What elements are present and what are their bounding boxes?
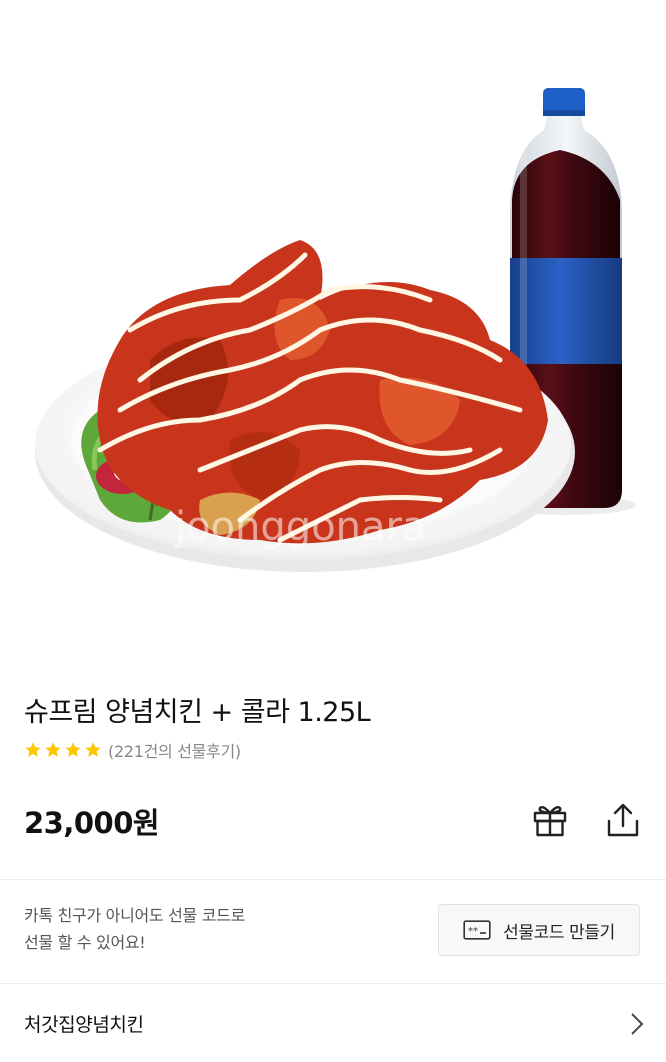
create-gift-code-label: 선물코드 만들기	[503, 922, 615, 943]
star-icon	[65, 742, 81, 757]
star-rating	[24, 741, 102, 759]
create-gift-code-button[interactable]: ** 선물코드 만들기	[438, 904, 640, 956]
gift-code-line-2: 선물 할 수 있어요!	[24, 933, 146, 952]
star-icon	[25, 742, 41, 757]
product-title: 슈프림 양념치킨 + 콜라 1.25L	[24, 697, 371, 728]
svg-text:**: **	[468, 926, 478, 937]
chevron-right-icon	[631, 1013, 644, 1035]
store-name: 처갓집양념치킨	[24, 1014, 144, 1036]
star-icon	[45, 742, 61, 757]
gift-code-section: 카톡 친구가 아니어도 선물 코드로 선물 할 수 있어요! ** 선물코드 만…	[0, 880, 666, 982]
gift-icon	[533, 805, 567, 837]
share-button[interactable]	[601, 798, 645, 842]
product-price: 23,000원	[24, 806, 160, 840]
review-count-link[interactable]: (221건의 선물후기)	[108, 738, 241, 762]
product-image: joonggonara	[0, 0, 666, 650]
code-card-icon: **	[463, 920, 491, 940]
gift-button[interactable]	[528, 798, 572, 842]
rating-row[interactable]: (221건의 선물후기)	[24, 738, 241, 762]
share-icon	[607, 803, 639, 837]
watermark: joonggonara	[174, 504, 426, 550]
store-link[interactable]: 처갓집양념치킨	[0, 984, 666, 1062]
gift-code-line-1: 카톡 친구가 아니어도 선물 코드로	[24, 906, 246, 925]
gift-code-description: 카톡 친구가 아니어도 선물 코드로 선물 할 수 있어요!	[24, 902, 245, 956]
star-icon	[85, 742, 101, 757]
